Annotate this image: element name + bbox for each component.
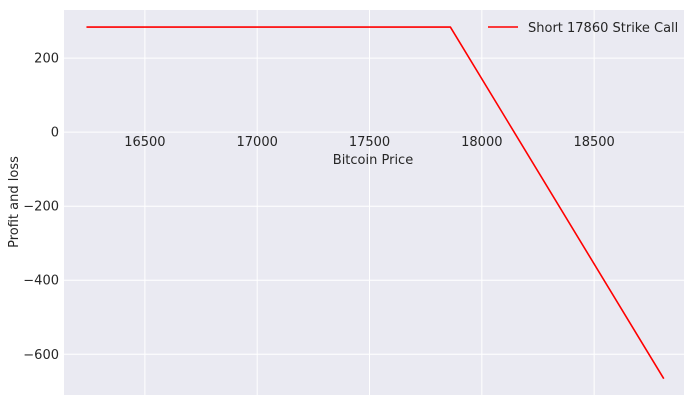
legend-label: Short 17860 Strike Call [528,21,678,36]
x-tick-label: 17500 [349,135,390,150]
chart: 200 0 −200 −400 −600 16500 17000 17500 18000 185… [0,0,693,405]
x-tick-label: 17000 [237,135,278,150]
y-axis-label: Profit and loss [7,156,22,248]
pnl-chart-svg: 200 0 −200 −400 −600 16500 17000 17500 18000 185… [7,10,684,395]
x-tick-label: 18500 [573,135,614,150]
y-tick-label: −400 [23,274,59,289]
y-tick-label: −200 [23,200,59,215]
y-tick-labels: 200 0 −200 −400 −600 [23,52,59,363]
plot-area [64,10,684,395]
x-tick-label: 18000 [461,135,502,150]
x-axis-label: Bitcoin Price [333,153,413,168]
x-tick-label: 16500 [124,135,165,150]
y-tick-label: −600 [23,348,59,363]
y-tick-label: 200 [34,52,59,67]
y-tick-label: 0 [51,126,59,141]
